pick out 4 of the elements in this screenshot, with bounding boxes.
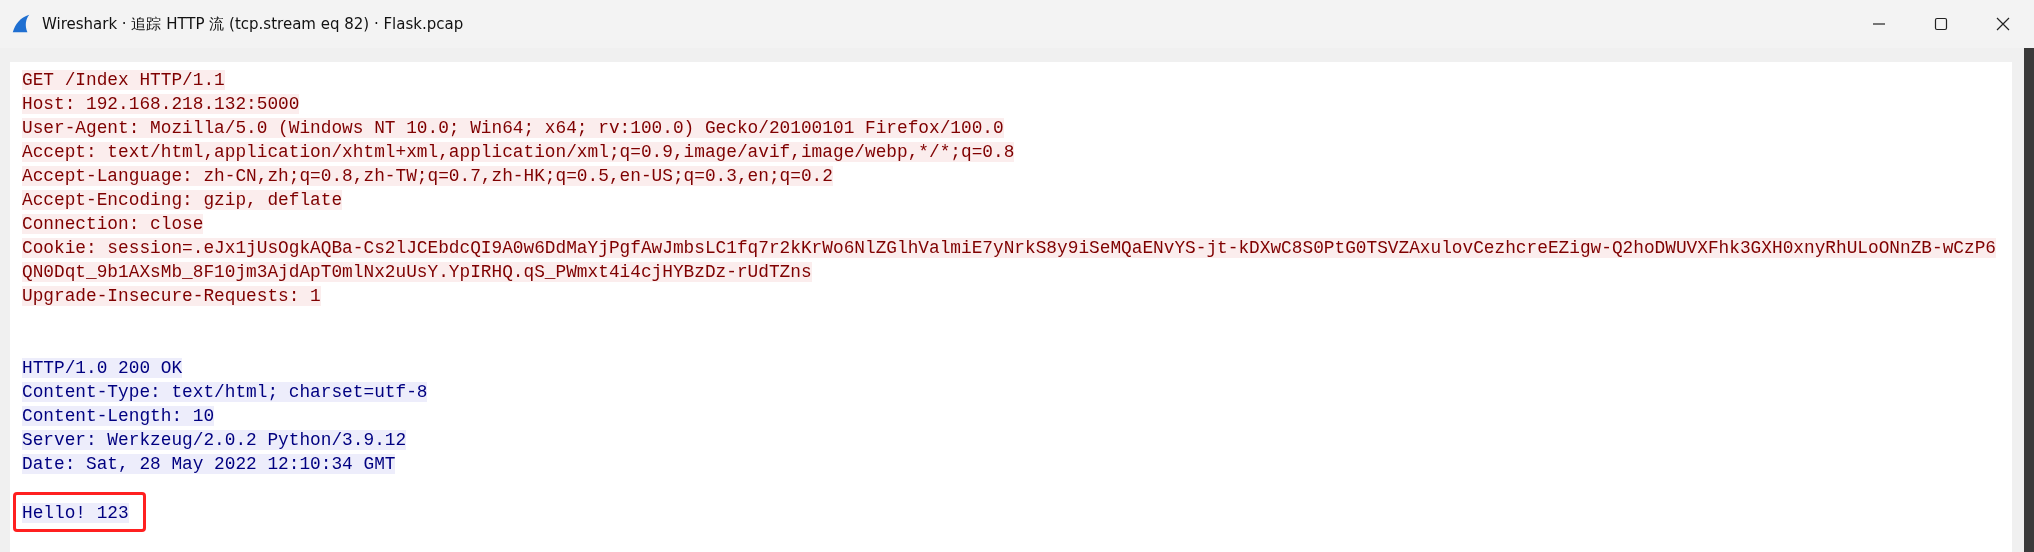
maximize-icon: [1934, 17, 1948, 31]
close-icon: [1996, 17, 2010, 31]
window-title: Wireshark · 追踪 HTTP 流 (tcp.stream eq 82) · Flask.pcap: [42, 14, 464, 34]
fin-icon: [10, 13, 32, 35]
